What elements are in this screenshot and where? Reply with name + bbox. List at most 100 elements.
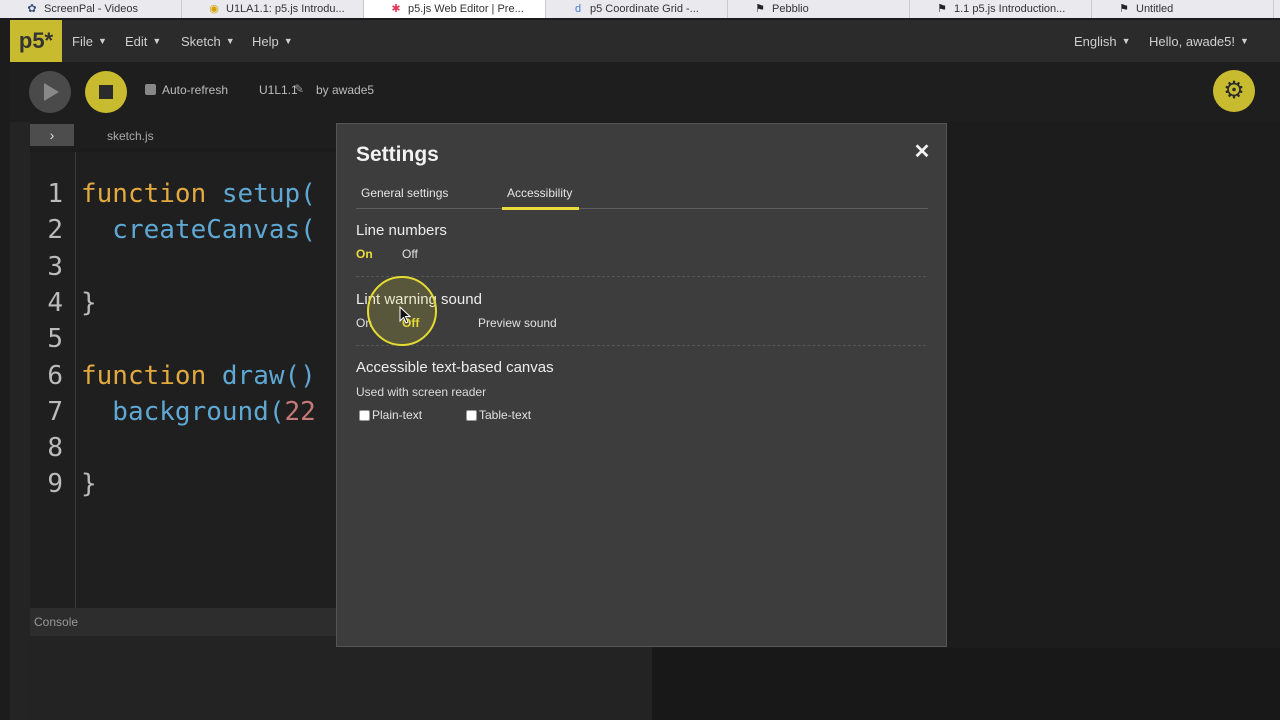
browser-tab-label: 1.1 p5.js Introduction...: [954, 3, 1066, 15]
line-number: 2: [47, 215, 63, 246]
line-number: 5: [47, 324, 63, 355]
browser-tab[interactable]: ✿ ScreenPal - Videos: [0, 0, 182, 18]
browser-tab-label: p5.js Web Editor | Pre...: [408, 3, 524, 15]
play-icon: [44, 83, 59, 101]
code-token: function: [81, 360, 222, 391]
mouse-cursor-icon: [399, 306, 411, 324]
code-token: 22: [284, 396, 316, 427]
user-greeting: Hello, awade5!: [1149, 33, 1235, 49]
desmos-icon: d: [574, 3, 582, 15]
browser-tab-strip: ✿ ScreenPal - Videos ◉ U1LA1.1: p5.js Intro…: [0, 0, 1280, 18]
user-menu[interactable]: Hello, awade5! ▼: [1149, 20, 1249, 62]
browser-tab[interactable]: ⚑ Pebblio: [728, 0, 910, 18]
sketch-toolbar: Auto-refresh U1L1.1 ✎ by awade5 ⚙: [10, 62, 1280, 122]
browser-tab-label: Pebblio: [772, 3, 809, 15]
line-number: 8: [47, 433, 63, 464]
line-gutter: [75, 152, 76, 608]
settings-title: Settings: [356, 143, 439, 166]
code-token: background(: [81, 396, 285, 427]
chevron-down-icon: ▼: [225, 36, 235, 46]
tab-accessibility[interactable]: Accessibility: [507, 186, 572, 200]
plain-text-label: Plain-text: [372, 408, 423, 422]
language-menu[interactable]: English ▼: [1074, 20, 1131, 62]
sketch-author: by awade5: [316, 83, 375, 97]
stop-icon: [99, 85, 113, 99]
auto-refresh-checkbox[interactable]: [145, 84, 156, 95]
active-tab-indicator: [502, 207, 579, 210]
menu-edit[interactable]: Edit ▼: [125, 20, 161, 62]
console-output: [30, 636, 652, 720]
pin-icon: ⚑: [1119, 3, 1129, 15]
code-token: }: [81, 287, 97, 318]
console-label: Console: [34, 615, 79, 629]
code-line: }: [81, 288, 97, 318]
chevron-down-icon: ▼: [283, 36, 293, 46]
pencil-icon[interactable]: ✎: [294, 82, 304, 96]
code-line: createCanvas(: [81, 215, 316, 245]
browser-tab[interactable]: d p5 Coordinate Grid -...: [546, 0, 728, 18]
preview-sound-button[interactable]: Preview sound: [478, 316, 557, 330]
code-token: setup(: [221, 179, 316, 209]
play-button[interactable]: [29, 71, 71, 113]
browser-tab-label: U1LA1.1: p5.js Introdu...: [226, 3, 345, 15]
menu-sketch-label: Sketch: [181, 33, 221, 49]
pin-icon: ⚑: [755, 3, 765, 15]
line-numbers-heading: Line numbers: [356, 222, 447, 239]
section-divider: [356, 276, 926, 277]
tab-general-settings[interactable]: General settings: [361, 186, 448, 200]
line-numbers-on-option[interactable]: On: [356, 247, 373, 261]
code-line: background(22: [81, 397, 316, 427]
text-canvas-description: Used with screen reader: [356, 385, 487, 399]
p5-star-icon: ✱: [391, 3, 401, 15]
menu-help-label: Help: [252, 33, 279, 49]
line-number: 6: [47, 360, 63, 391]
code-line: function setup(: [81, 179, 316, 209]
console-header[interactable]: Console: [30, 608, 336, 636]
gear-icon[interactable]: ⚙: [1213, 70, 1255, 112]
language-label: English: [1074, 33, 1117, 49]
p5-logo[interactable]: p5*: [10, 20, 62, 62]
menu-sketch[interactable]: Sketch ▼: [181, 20, 235, 62]
file-name[interactable]: sketch.js: [107, 129, 154, 143]
browser-tab-label: ScreenPal - Videos: [44, 3, 138, 15]
file-tab-bar: › sketch.js: [30, 122, 336, 148]
browser-tab[interactable]: ◉ U1LA1.1: p5.js Introdu...: [182, 0, 364, 18]
app-nav-bar: p5* File ▼ Edit ▼ Sketch ▼ Help ▼ English ▼ H…: [10, 20, 1280, 62]
code-token: }: [81, 469, 97, 500]
lesson-icon: ◉: [209, 3, 219, 15]
menu-file[interactable]: File ▼: [72, 20, 107, 62]
pin-icon: ⚑: [937, 3, 947, 15]
menu-help[interactable]: Help ▼: [252, 20, 293, 62]
code-editor[interactable]: 1 function setup(2 createCanvas(3 4} 5 6 func…: [30, 152, 336, 608]
line-numbers-off-option[interactable]: Off: [402, 247, 418, 261]
chevron-right-icon: ›: [49, 127, 55, 143]
tab-divider: [356, 208, 928, 209]
plain-text-checkbox[interactable]: [359, 410, 370, 421]
browser-tab[interactable]: ✱ p5.js Web Editor | Pre...: [364, 0, 546, 18]
expand-sidebar-button[interactable]: ›: [30, 124, 74, 146]
menu-edit-label: Edit: [125, 33, 148, 49]
stop-button[interactable]: [85, 71, 127, 113]
line-number: 4: [47, 287, 63, 318]
settings-modal: Settings ✕ General settings Accessibilit…: [336, 123, 947, 647]
section-divider: [356, 345, 926, 346]
browser-tab-label: p5 Coordinate Grid -...: [590, 3, 699, 15]
chevron-down-icon: ▼: [1121, 36, 1131, 46]
line-number: 9: [47, 469, 63, 500]
code-line: function draw(): [81, 361, 316, 391]
code-token: createCanvas(: [81, 215, 316, 246]
table-text-checkbox[interactable]: [466, 410, 477, 421]
close-icon[interactable]: ✕: [911, 141, 933, 163]
chevron-down-icon: ▼: [1240, 36, 1249, 46]
table-text-label: Table-text: [479, 408, 532, 422]
sketch-name[interactable]: U1L1.1: [259, 83, 298, 97]
code-token: draw(): [221, 360, 316, 391]
menu-file-label: File: [72, 33, 93, 49]
screenpal-icon: ✿: [27, 3, 37, 15]
chevron-down-icon: ▼: [152, 36, 162, 46]
browser-tab[interactable]: ⚑ 1.1 p5.js Introduction...: [910, 0, 1092, 18]
browser-tab[interactable]: ⚑ Untitled: [1092, 0, 1274, 18]
line-number: 7: [47, 396, 63, 427]
browser-tab-label: Untitled: [1136, 3, 1174, 15]
chevron-down-icon: ▼: [97, 36, 107, 46]
